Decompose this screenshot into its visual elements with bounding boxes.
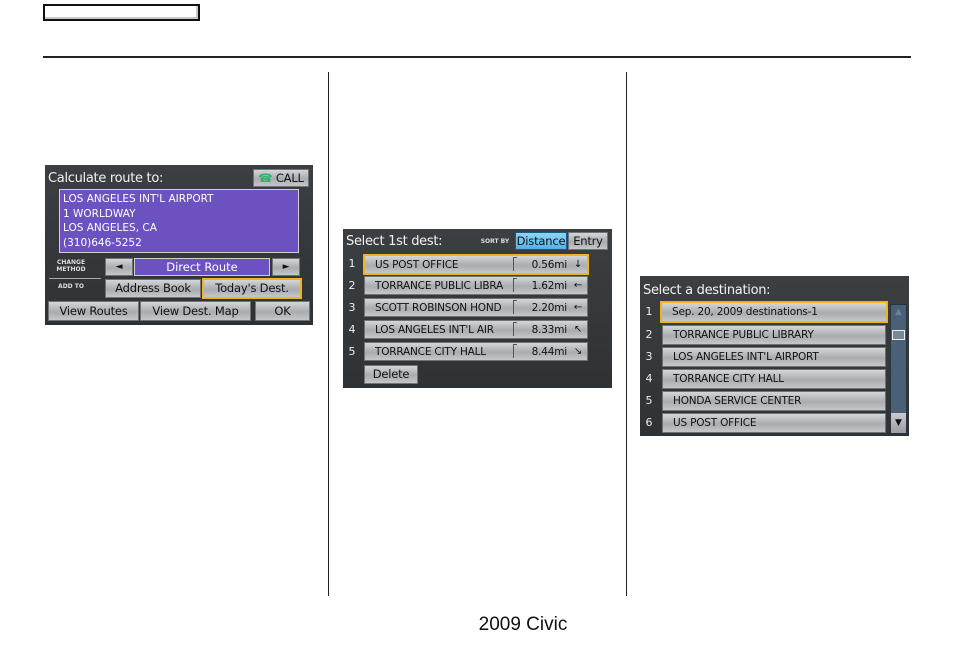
footer-model: 2009 Civic <box>478 614 568 635</box>
dest-row: 3 LOS ANGELES INT'L AIRPORT <box>640 347 890 367</box>
column-divider <box>626 72 627 596</box>
dest-name: TORRANCE PUBLIC LIBRA <box>375 280 504 292</box>
address-line: LOS ANGELES, CA <box>63 222 157 234</box>
address-book-button[interactable]: Address Book <box>105 279 201 298</box>
bracket-mark <box>513 322 517 336</box>
dest-row-button[interactable]: TORRANCE CITY HALL <box>662 369 886 389</box>
row-number: 6 <box>645 416 653 429</box>
dest-row-button[interactable]: US POST OFFICE 0.56mi ↓ <box>363 254 589 275</box>
dest-row-button[interactable]: Sep. 20, 2009 destinations-1 <box>660 301 888 323</box>
dest-row: 5 TORRANCE CITY HALL 8.44mi ↘ <box>343 342 612 362</box>
row-number: 5 <box>645 394 653 407</box>
bracket-mark <box>513 257 517 271</box>
dest-name: Sep. 20, 2009 destinations-1 <box>672 306 818 318</box>
calculate-route-screen: Calculate route to: ☎ CALL LOS ANGELES I… <box>45 165 313 325</box>
select-destination-screen: Select a destination: 1 Sep. 20, 2009 de… <box>640 276 909 436</box>
label-divider <box>49 278 101 279</box>
select-first-dest-screen: Select 1st dest: SORT BY Distance Entry … <box>343 229 612 388</box>
row-number: 5 <box>348 345 356 358</box>
dest-row-button[interactable]: US POST OFFICE <box>662 413 886 433</box>
dest-name: LOS ANGELES INT'L AIR <box>375 324 494 336</box>
screen-title: Select a destination: <box>643 283 771 298</box>
dest-distance: 8.44mi <box>531 346 568 358</box>
row-number: 1 <box>348 257 356 270</box>
dest-distance: 2.20mi <box>531 302 568 314</box>
route-method-value: Direct Route <box>134 258 270 276</box>
dest-name: LOS ANGELES INT'L AIRPORT <box>673 351 819 363</box>
row-number: 2 <box>645 328 653 341</box>
ok-button[interactable]: OK <box>255 301 310 321</box>
row-number: 2 <box>348 279 356 292</box>
method-next-button[interactable]: ► <box>272 258 300 276</box>
dest-distance: 0.56mi <box>531 259 568 271</box>
dest-row-button[interactable]: LOS ANGELES INT'L AIRPORT <box>662 347 886 367</box>
dest-distance: 8.33mi <box>531 324 568 336</box>
header-rule <box>43 56 911 58</box>
dest-row: 2 TORRANCE PUBLIC LIBRARY <box>640 325 890 345</box>
sort-distance-button[interactable]: Distance <box>515 232 567 250</box>
dest-row: 4 LOS ANGELES INT'L AIR 8.33mi ↖ <box>343 320 612 340</box>
dest-name: US POST OFFICE <box>375 259 459 271</box>
column-divider <box>328 72 329 596</box>
view-routes-button[interactable]: View Routes <box>48 301 139 321</box>
direction-arrow-icon: ↓ <box>573 259 582 270</box>
dest-row: 6 US POST OFFICE <box>640 413 890 433</box>
add-to-label: ADD TO <box>58 283 84 290</box>
direction-arrow-icon: ↖ <box>573 324 582 335</box>
destination-address: LOS ANGELES INT'L AIRPORT 1 WORLDWAY LOS… <box>59 189 299 253</box>
dest-name: TORRANCE CITY HALL <box>375 346 486 358</box>
dest-name: TORRANCE PUBLIC LIBRARY <box>673 329 814 341</box>
dest-distance: 1.62mi <box>531 280 568 292</box>
dest-row: 1 Sep. 20, 2009 destinations-1 <box>640 301 890 323</box>
bracket-mark <box>513 344 517 358</box>
row-number: 1 <box>645 305 653 318</box>
row-number: 3 <box>348 301 356 314</box>
row-number: 3 <box>645 350 653 363</box>
phone-icon: ☎ <box>258 171 273 185</box>
dest-row-button[interactable]: LOS ANGELES INT'L AIR 8.33mi ↖ <box>364 320 588 339</box>
dest-name: TORRANCE CITY HALL <box>673 373 784 385</box>
address-line: 1 WORLDWAY <box>63 207 136 220</box>
dest-row: 3 SCOTT ROBINSON HOND 2.20mi ← <box>343 298 612 318</box>
dest-name: US POST OFFICE <box>673 417 757 429</box>
scroll-up-arrow[interactable]: ▲ <box>891 307 906 317</box>
dest-row-button[interactable]: TORRANCE CITY HALL 8.44mi ↘ <box>364 342 588 361</box>
scroll-thumb[interactable] <box>892 330 905 340</box>
screen-title: Calculate route to: <box>48 171 164 186</box>
dest-row: 5 HONDA SERVICE CENTER <box>640 391 890 411</box>
section-tab-box <box>43 4 200 21</box>
scroll-down-arrow[interactable]: ▼ <box>891 413 906 433</box>
change-method-label: CHANGE METHOD <box>56 259 86 273</box>
sort-by-label: SORT BY <box>480 238 510 245</box>
row-number: 4 <box>348 323 356 336</box>
address-line: LOS ANGELES INT'L AIRPORT <box>63 193 214 205</box>
call-button[interactable]: ☎ CALL <box>253 169 309 187</box>
bracket-mark <box>513 300 517 314</box>
todays-dest-button[interactable]: Today's Dest. <box>202 278 302 299</box>
view-dest-map-button[interactable]: View Dest. Map <box>140 301 251 321</box>
address-line: (310)646-5252 <box>63 236 142 249</box>
bracket-mark <box>513 278 517 292</box>
method-prev-button[interactable]: ◄ <box>105 258 133 276</box>
screen-title: Select 1st dest: <box>346 234 443 249</box>
dest-row: 2 TORRANCE PUBLIC LIBRA 1.62mi ← <box>343 276 612 296</box>
dest-row-button[interactable]: SCOTT ROBINSON HOND 2.20mi ← <box>364 298 588 317</box>
dest-row-button[interactable]: HONDA SERVICE CENTER <box>662 391 886 411</box>
dest-name: SCOTT ROBINSON HOND <box>375 302 502 314</box>
direction-arrow-icon: ← <box>573 280 582 291</box>
dest-row: 1 US POST OFFICE 0.56mi ↓ <box>343 254 612 275</box>
direction-arrow-icon: ↘ <box>573 346 582 357</box>
dest-row: 4 TORRANCE CITY HALL <box>640 369 890 389</box>
row-number: 4 <box>645 372 653 385</box>
delete-button[interactable]: Delete <box>364 365 418 384</box>
sort-entry-button[interactable]: Entry <box>568 232 608 250</box>
direction-arrow-icon: ← <box>573 302 582 313</box>
scrollbar[interactable]: ▲ ▼ <box>890 304 907 434</box>
dest-row-button[interactable]: TORRANCE PUBLIC LIBRARY <box>662 325 886 345</box>
dest-row-button[interactable]: TORRANCE PUBLIC LIBRA 1.62mi ← <box>364 276 588 295</box>
dest-name: HONDA SERVICE CENTER <box>673 395 802 407</box>
